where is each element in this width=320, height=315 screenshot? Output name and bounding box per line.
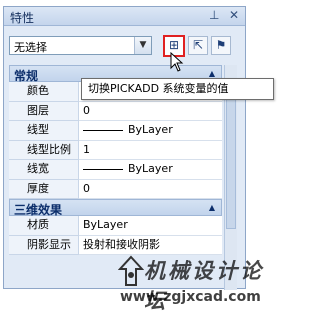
linetype-sample-line (83, 129, 123, 131)
property-value-linetype[interactable]: ByLayer (79, 121, 222, 141)
selection-dropdown[interactable]: 无选择 ▼ (9, 36, 152, 55)
property-row[interactable]: 厚度 0 (9, 179, 222, 199)
quick-select-button[interactable]: ⚑ (211, 36, 231, 55)
palette-toolbar: 无选择 ▼ ⊞ ⇱ ⚑ (4, 26, 245, 60)
property-name: 线型比例 (9, 140, 79, 160)
chevron-down-icon[interactable]: ▼ (134, 37, 151, 54)
watermark-url: www.zgjxcad.com (120, 289, 261, 305)
section-3d-effects[interactable]: 三维效果 ▲ (9, 199, 222, 217)
watermark-logo-icon (118, 255, 144, 286)
property-value[interactable]: ByLayer (79, 216, 222, 236)
property-value[interactable]: 1 (79, 140, 222, 160)
select-objects-button[interactable]: ⇱ (188, 36, 208, 55)
property-name: 线型 (9, 121, 79, 141)
close-icon[interactable]: ✕ (229, 8, 239, 22)
properties-palette: 特性 ⊥ ✕ 无选择 ▼ ⊞ ⇱ ⚑ 常规 ▲ 颜色 图层 0 线型 ByLay… (3, 6, 246, 290)
property-name: 厚度 (9, 179, 79, 199)
collapse-icon[interactable]: ▲ (209, 69, 215, 78)
property-name: 图层 (9, 101, 79, 121)
property-value[interactable]: 0 (79, 179, 222, 199)
scrollbar-thumb[interactable] (226, 79, 236, 229)
palette-title: 特性 (10, 11, 35, 25)
pickadd-icon: ⊞ (168, 38, 180, 52)
pickadd-tooltip: 切换PICKADD 系统变量的值 (81, 78, 274, 100)
property-name: 颜色 (9, 82, 79, 102)
property-name: 材质 (9, 216, 79, 236)
palette-titlebar: 特性 ⊥ ✕ (4, 7, 245, 26)
property-value-lineweight[interactable]: ByLayer (79, 160, 222, 180)
property-value[interactable]: 0 (79, 101, 222, 121)
collapse-icon[interactable]: ▲ (209, 203, 215, 212)
lineweight-value: ByLayer (128, 162, 173, 175)
quick-select-icon: ⚑ (215, 38, 227, 52)
watermark-text: 机械设计论坛 (144, 258, 264, 313)
property-name: 阴影显示 (9, 235, 79, 255)
select-objects-icon: ⇱ (192, 38, 204, 52)
property-row[interactable]: 图层 0 (9, 101, 222, 121)
property-row[interactable]: 线型 ByLayer (9, 121, 222, 141)
linetype-value: ByLayer (128, 123, 173, 136)
mouse-cursor-icon (170, 52, 184, 72)
watermark: 机械设计论坛 www.zgjxcad.com (118, 253, 278, 313)
pin-icon[interactable]: ⊥ (209, 8, 219, 22)
property-name: 线宽 (9, 160, 79, 180)
selection-value: 无选择 (14, 41, 47, 54)
property-row[interactable]: 线型比例 1 (9, 140, 222, 160)
property-row[interactable]: 线宽 ByLayer (9, 160, 222, 180)
property-row[interactable]: 材质 ByLayer (9, 216, 222, 236)
lineweight-sample-line (83, 168, 123, 170)
